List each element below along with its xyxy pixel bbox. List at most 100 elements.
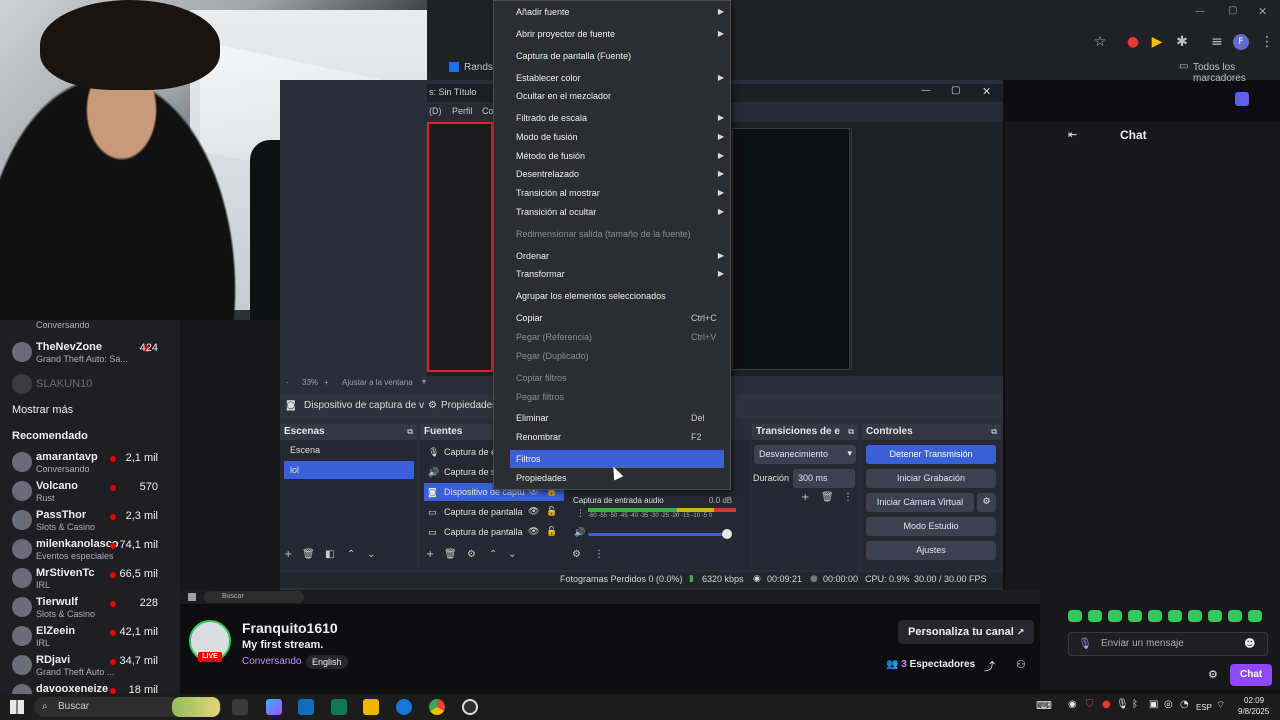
obs-minimize-icon[interactable]: — xyxy=(921,85,931,96)
channel-name[interactable]: Franquito1610 xyxy=(242,620,338,636)
tray-network-icon[interactable]: ◔ xyxy=(1180,699,1189,710)
tray-app-icon[interactable]: ● xyxy=(1102,699,1111,710)
emote-icon[interactable] xyxy=(1128,610,1142,622)
chat-settings-icon[interactable]: ⚙ xyxy=(1208,668,1218,681)
studio-mode-button[interactable]: Modo Estudio xyxy=(866,517,996,536)
volume-slider-handle[interactable] xyxy=(722,529,732,539)
tray-gpu-icon[interactable]: ▣ xyxy=(1149,699,1158,710)
virtual-camera-settings-icon[interactable]: ⚙ xyxy=(977,493,996,512)
customize-channel-button[interactable]: Personaliza tu canal ↗ xyxy=(898,620,1035,644)
language-tag[interactable]: English xyxy=(306,655,348,669)
context-menu-item[interactable]: Establecer color ▶ xyxy=(494,69,730,87)
obs-maximize-icon[interactable]: ▢ xyxy=(951,85,960,96)
menu-item[interactable]: Co xyxy=(482,106,494,116)
context-menu-item[interactable]: Filtrado de escala ▶ xyxy=(494,109,730,127)
visibility-eye-icon[interactable]: 👁 xyxy=(528,523,539,541)
trash-icon[interactable]: 🗑 xyxy=(302,549,315,560)
move-up-icon[interactable]: ⌃ xyxy=(347,549,355,560)
move-down-icon[interactable]: ⌄ xyxy=(367,549,375,560)
extensions-puzzle-icon[interactable]: ✱ xyxy=(1174,34,1190,50)
emote-icon[interactable] xyxy=(1068,610,1082,622)
emote-icon[interactable] xyxy=(1088,610,1102,622)
sidebar-channel-mrstiventc[interactable]: MrStivenTc IRL 66,5 mil xyxy=(0,564,180,592)
zoom-level[interactable]: 33% xyxy=(302,378,318,387)
collapse-chat-icon[interactable]: ⇤ xyxy=(1068,128,1077,141)
all-bookmarks-link[interactable]: Todos los marcadores xyxy=(1193,62,1280,84)
dock-undock-icon[interactable]: ⧉ xyxy=(991,424,997,440)
context-menu-item[interactable]: Captura de pantalla (Fuente) xyxy=(494,47,730,65)
sidebar-channel-rdjavi[interactable]: RDjavi Grand Theft Auto ... 34,7 mil xyxy=(0,651,180,679)
context-menu-item[interactable]: Modo de fusión ▶ xyxy=(494,128,730,146)
fit-to-window[interactable]: Ajustar a la ventana xyxy=(342,378,413,387)
lock-icon[interactable]: 🔓 xyxy=(546,503,557,521)
context-menu-item[interactable]: Ordenar ▶ xyxy=(494,247,730,265)
emote-icon[interactable] xyxy=(1248,610,1262,622)
context-menu-item[interactable]: Copiar Ctrl+C xyxy=(494,309,730,327)
context-menu-item[interactable]: Abrir proyector de fuente ▶ xyxy=(494,25,730,43)
context-menu-item[interactable]: Ocultar en el mezclador xyxy=(494,87,730,105)
chrome-menu-icon[interactable]: ⋮ xyxy=(1259,34,1275,50)
context-menu-item[interactable]: Añadir fuente ▶ xyxy=(494,3,730,21)
dock-undock-icon[interactable]: ⧉ xyxy=(407,424,413,440)
obs-icon[interactable] xyxy=(462,699,478,715)
file-explorer-icon[interactable] xyxy=(363,699,379,715)
transition-select[interactable]: Desvanecimiento ▾ xyxy=(754,445,856,464)
transition-more-icon[interactable]: ⋮ xyxy=(843,492,853,503)
menu-item[interactable]: (D) xyxy=(429,106,442,116)
context-menu-item[interactable]: Transformar ▶ xyxy=(494,265,730,283)
emote-icon[interactable] xyxy=(1188,610,1202,622)
emote-icon[interactable] xyxy=(1208,610,1222,622)
trash-icon[interactable]: 🗑 xyxy=(444,549,457,560)
scene-item-selected[interactable]: lol xyxy=(284,461,414,479)
context-menu-item[interactable]: Transición al mostrar ▶ xyxy=(494,184,730,202)
windows-start-icon[interactable] xyxy=(10,700,24,714)
keyboard-icon[interactable]: ⌨ xyxy=(1036,699,1052,712)
mixer-more-icon[interactable]: ⋮ xyxy=(594,549,604,560)
gear-icon[interactable]: ⚙ xyxy=(428,400,437,411)
volume-slider[interactable] xyxy=(588,533,728,536)
context-menu-item[interactable]: Agrupar los elementos seleccionados xyxy=(494,287,730,305)
widget-thumbnail[interactable] xyxy=(172,697,220,717)
chevron-down-icon[interactable]: ▾ xyxy=(422,377,426,386)
mixer-menu-icon[interactable]: ⋮ xyxy=(576,509,585,519)
sidebar-channel-tierwulf[interactable]: Tierwulf Slots & Casino 228 xyxy=(0,593,180,621)
mixer-settings-icon[interactable]: ⚙ xyxy=(572,549,581,560)
start-recording-button[interactable]: Iniciar Grabación xyxy=(866,469,996,488)
outlook-icon[interactable] xyxy=(298,699,314,715)
clock-date[interactable]: 9/8/2025 xyxy=(1238,707,1269,716)
add-scene-icon[interactable]: + xyxy=(284,549,292,560)
copilot-icon[interactable] xyxy=(266,699,282,715)
tray-bluetooth-icon[interactable]: ᛒ xyxy=(1132,699,1138,710)
speaker-icon[interactable]: 🔊 xyxy=(574,528,585,538)
show-more-link[interactable]: Mostrar más xyxy=(12,404,73,416)
dock-undock-icon[interactable]: ⧉ xyxy=(848,424,854,440)
sidebar-channel-milenkanolasco[interactable]: milenkanolasco Eventos especiales 74,1 mil xyxy=(0,535,180,563)
sidebar-channel-elzeein[interactable]: ElZeein IRL 42,1 mil xyxy=(0,622,180,650)
tray-mic-icon[interactable]: 🎙 xyxy=(1116,699,1129,710)
sidebar-channel-passthor[interactable]: PassThor Slots & Casino 2,3 mil xyxy=(0,506,180,534)
add-transition-icon[interactable]: + xyxy=(801,492,809,503)
browser-minimize-icon[interactable]: — xyxy=(1195,6,1205,17)
wifi-icon[interactable]: ⌔ xyxy=(1216,699,1225,712)
edge-icon[interactable] xyxy=(396,699,412,715)
sidebar-channel-thenevzone[interactable]: TheNevZone Grand Theft Auto: Sa... 424 xyxy=(0,338,180,366)
task-view-icon[interactable] xyxy=(232,699,248,715)
chrome-icon[interactable] xyxy=(429,699,445,715)
store-icon[interactable] xyxy=(331,699,347,715)
emote-icon[interactable] xyxy=(1228,610,1242,622)
virtual-camera-button[interactable]: Iniciar Cámara Virtual xyxy=(866,493,974,512)
duration-input[interactable]: 300 ms xyxy=(793,469,855,488)
context-menu-item[interactable]: Transición al ocultar ▶ xyxy=(494,203,730,221)
profile-avatar-icon[interactable]: F xyxy=(1233,34,1249,50)
extension-red-icon[interactable]: ● xyxy=(1125,34,1141,50)
browser-maximize-icon[interactable]: ▢ xyxy=(1228,5,1237,16)
context-menu-item[interactable]: Renombrar F2 xyxy=(494,428,730,446)
add-source-icon[interactable]: + xyxy=(426,549,434,560)
gear-icon[interactable]: ⚙ xyxy=(467,549,476,560)
emote-picker-icon[interactable]: ☻ xyxy=(1244,637,1255,650)
sidebar-channel-amarantavp[interactable]: amarantavp Conversando 2,1 mil xyxy=(0,448,180,476)
stream-category[interactable]: Conversando xyxy=(242,656,301,667)
bookmark-star-icon[interactable]: ☆ xyxy=(1092,34,1108,50)
sidebar-channel-volcano[interactable]: Volcano Rust 570 xyxy=(0,477,180,505)
emote-icon[interactable] xyxy=(1108,610,1122,622)
